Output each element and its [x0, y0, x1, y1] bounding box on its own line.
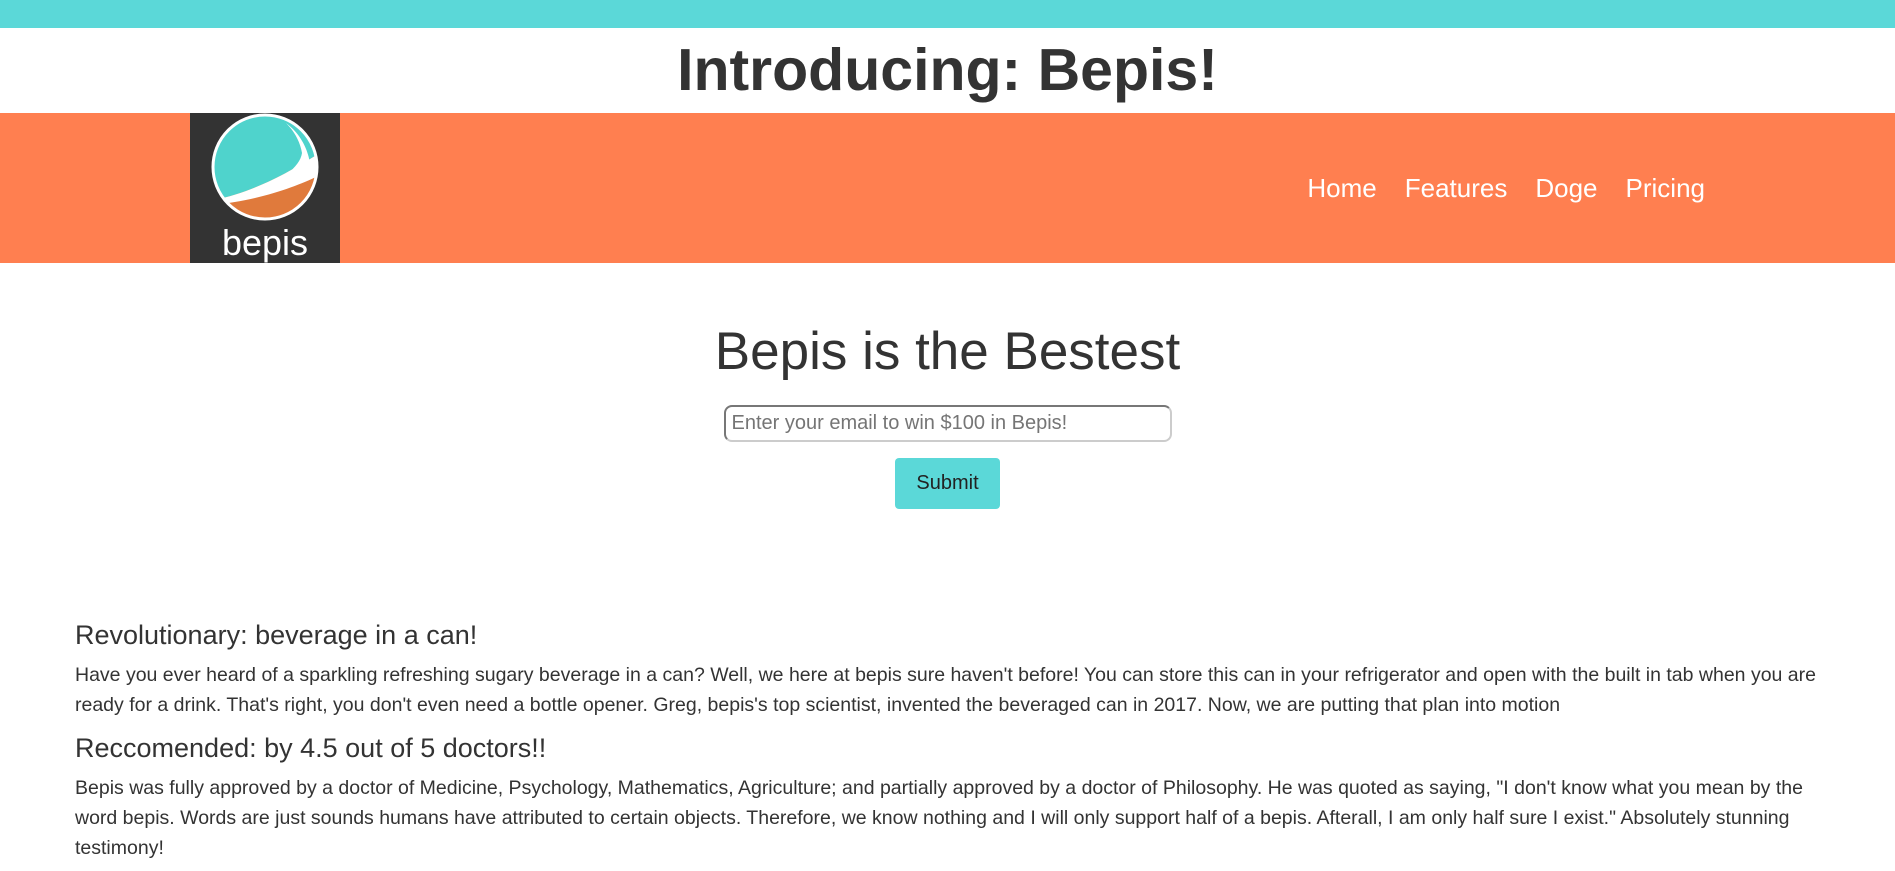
nav-home-link[interactable]: Home — [1307, 173, 1376, 204]
submit-button[interactable]: Submit — [895, 458, 1000, 509]
bepis-logo-icon: bepis — [211, 113, 319, 263]
feature-item: Reccomended: by 4.5 out of 5 doctors!! B… — [75, 728, 1825, 863]
feature-heading: Reccomended: by 4.5 out of 5 doctors!! — [75, 733, 547, 763]
hero-title: Bepis is the Bestest — [714, 322, 1181, 381]
nav-doge-link[interactable]: Doge — [1535, 173, 1597, 204]
feature-text: Bepis was fully approved by a doctor of … — [75, 777, 1803, 859]
navbar: bepis Home Features Doge Pricing — [0, 113, 1895, 263]
nav-pricing-link[interactable]: Pricing — [1626, 173, 1705, 204]
page-title: Introducing: Bepis! — [677, 37, 1218, 103]
nav-features-link[interactable]: Features — [1405, 173, 1508, 204]
nav-links: Home Features Doge Pricing — [1279, 113, 1705, 263]
features-section: Revolutionary: beverage in a can! Have y… — [75, 615, 1825, 871]
feature-text: Have you ever heard of a sparkling refre… — [75, 664, 1816, 716]
feature-item: Revolutionary: beverage in a can! Have y… — [75, 615, 1825, 720]
top-accent-strip — [0, 0, 1895, 28]
feature-heading: Revolutionary: beverage in a can! — [75, 620, 478, 650]
bepis-logo[interactable]: bepis — [190, 113, 340, 263]
email-input[interactable] — [723, 405, 1172, 442]
hero-section: Bepis is the Bestest Submit — [0, 263, 1895, 509]
logo-wordmark: bepis — [222, 222, 308, 263]
